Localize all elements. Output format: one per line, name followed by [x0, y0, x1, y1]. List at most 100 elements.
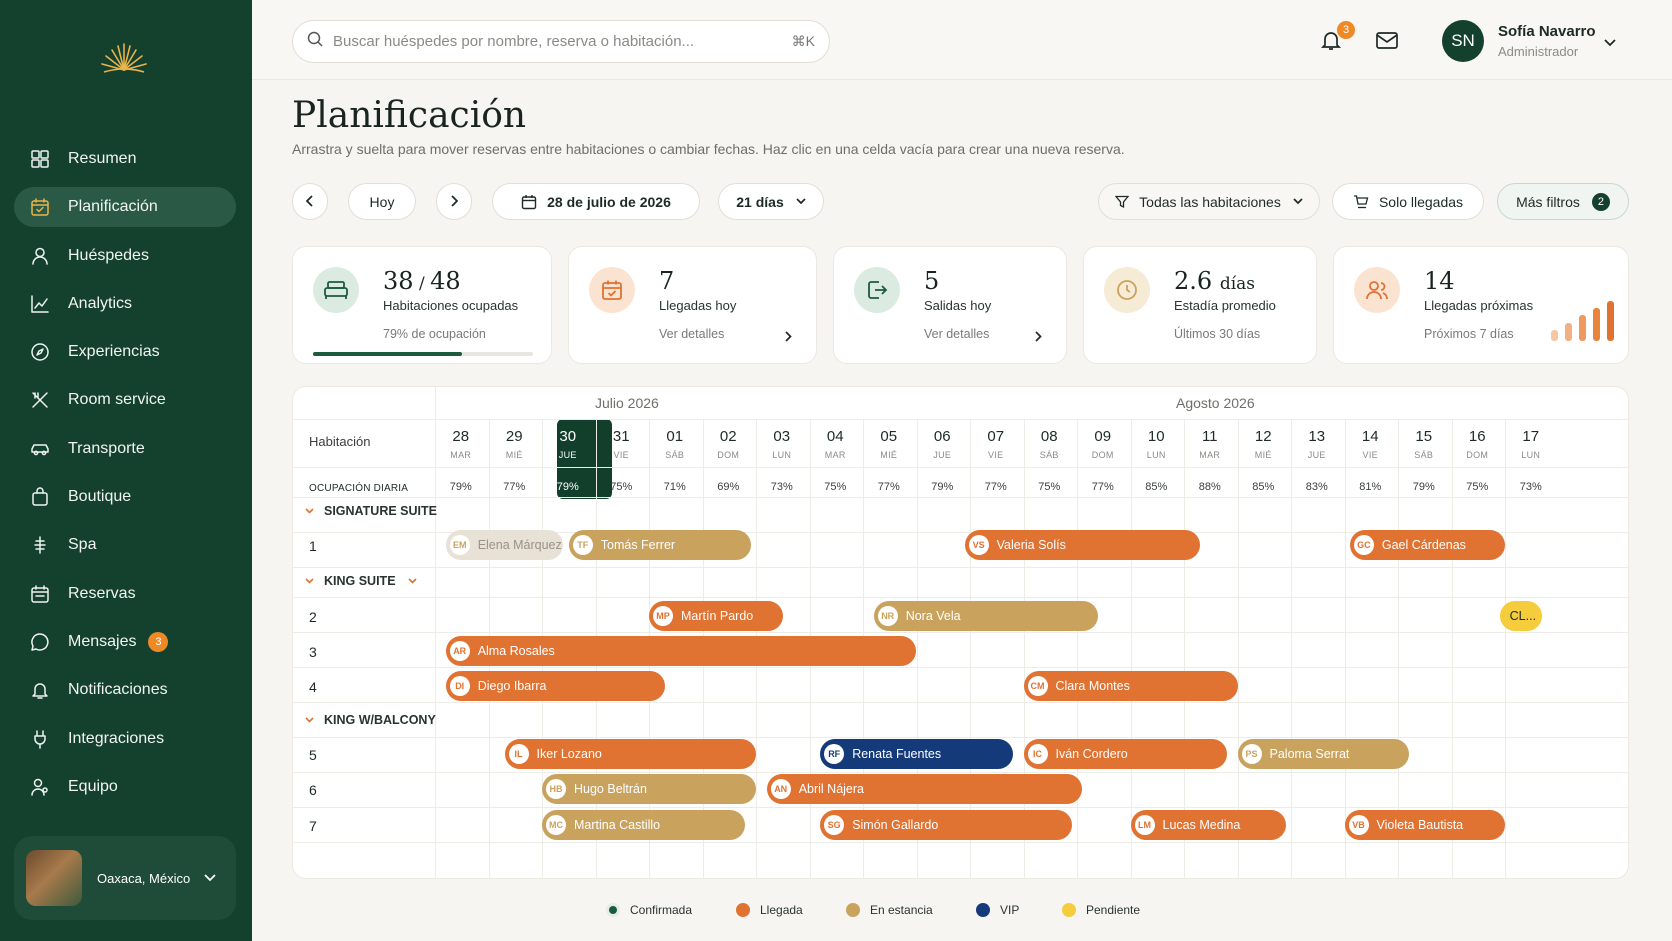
sidebar-item-equipo[interactable]: Equipo [14, 767, 236, 807]
booking-bar[interactable]: HB Hugo Beltrán [542, 774, 756, 804]
booking-bar[interactable]: MC Martina Castillo [542, 810, 746, 840]
day-header[interactable]: 16 DOM [1451, 428, 1505, 460]
arrivals-details-link[interactable]: Ver detalles [659, 327, 724, 341]
sidebar-item-spa[interactable]: Spa [14, 525, 236, 565]
chevron-right-icon[interactable] [1035, 329, 1042, 347]
sidebar-item-transporte[interactable]: Transporte [14, 429, 236, 469]
calendar-check-icon [589, 267, 635, 313]
day-header[interactable]: 07 VIE [969, 428, 1023, 460]
day-number: 04 [826, 428, 844, 445]
room-group-header[interactable]: KING SUITE [305, 574, 427, 588]
day-header[interactable]: 02 DOM [702, 428, 756, 460]
mail-icon[interactable] [1375, 29, 1399, 56]
booking-bar[interactable]: NR Nora Vela [873, 601, 1099, 631]
location-switcher[interactable]: Oaxaca, México [14, 836, 236, 920]
calendar-icon [31, 198, 49, 217]
booking-bar[interactable]: SG Simón Gallardo [820, 810, 1072, 840]
booking-bar[interactable]: AN Abril Nájera [766, 774, 1083, 804]
weekday: SÁB [1414, 450, 1434, 460]
day-header[interactable]: 12 MIÉ [1237, 428, 1291, 460]
car-icon [31, 444, 49, 456]
day-header[interactable]: 05 MIÉ [862, 428, 916, 460]
search-input[interactable] [333, 33, 792, 50]
sidebar-item-hu-spedes[interactable]: Huéspedes [14, 236, 236, 276]
booking-bar[interactable]: TF Tomás Ferrer [568, 530, 751, 560]
booking-bar[interactable]: VS Valeria Solís [964, 530, 1201, 560]
day-header[interactable]: 28 MAR [434, 428, 488, 460]
room-group-header[interactable]: KING W/BALCONY [305, 713, 436, 727]
sidebar-item-notificaciones[interactable]: Notificaciones [14, 670, 236, 710]
prev-button[interactable] [292, 183, 328, 220]
chevron-down-icon[interactable] [305, 717, 314, 723]
arrivals-only-toggle[interactable]: Solo llegadas [1332, 183, 1484, 220]
booking-bar[interactable]: CL... [1499, 601, 1543, 631]
room-group-header[interactable]: SIGNATURE SUITE [305, 504, 437, 518]
guest-name: Martín Pardo [681, 609, 754, 623]
day-header[interactable]: 17 LUN [1504, 428, 1558, 460]
guest-name: Lucas Medina [1162, 818, 1241, 832]
day-header[interactable]: 31 VIE [595, 428, 649, 460]
day-header[interactable]: 03 LUN [755, 428, 809, 460]
booking-bar[interactable]: PS Paloma Serrat [1237, 739, 1409, 769]
rooms-filter-label: Todas las habitaciones [1139, 193, 1281, 210]
chat-icon [31, 633, 49, 651]
day-header[interactable]: 30 JUE [541, 428, 595, 460]
chevron-down-icon[interactable] [407, 578, 417, 584]
day-header[interactable]: 04 MAR [809, 428, 863, 460]
daily-occupancy-value: 79% [449, 481, 472, 493]
more-filters-button[interactable]: Más filtros 2 [1497, 183, 1629, 220]
sidebar-item-planificaci-n[interactable]: Planificación [14, 187, 236, 228]
chevron-down-icon[interactable] [305, 508, 314, 514]
sidebar-item-room-service[interactable]: Room service [14, 380, 236, 420]
day-header[interactable]: 09 DOM [1076, 428, 1130, 460]
booking-bar[interactable]: CM Clara Montes [1023, 671, 1238, 701]
daily-occupancy-value: 83% [1305, 481, 1328, 493]
day-header[interactable]: 15 SÁB [1397, 428, 1451, 460]
today-button[interactable]: Hoy [348, 183, 416, 220]
bed-icon [313, 267, 359, 313]
chevron-down-icon[interactable] [1604, 34, 1616, 52]
search-bar[interactable]: ⌘K [292, 20, 830, 63]
booking-bar[interactable]: RF Renata Fuentes [820, 739, 1013, 769]
range-select[interactable]: 21 días [718, 183, 824, 220]
day-header[interactable]: 14 VIE [1344, 428, 1398, 460]
sidebar-item-mensajes[interactable]: Mensajes 3 [14, 622, 236, 662]
sidebar-item-experiencias[interactable]: Experiencias [14, 332, 236, 372]
stat-card-departures[interactable]: 5 Salidas hoy Ver detalles [833, 246, 1067, 364]
guest-initials: PS [1241, 744, 1262, 764]
sidebar-item-analytics[interactable]: Analytics [14, 284, 236, 324]
day-header[interactable]: 08 SÁB [1023, 428, 1077, 460]
sidebar-item-reservas[interactable]: Reservas [14, 574, 236, 614]
chevron-right-icon[interactable] [785, 329, 792, 347]
booking-bar[interactable]: MP Martín Pardo [649, 601, 783, 631]
sidebar-item-integraciones[interactable]: Integraciones [14, 719, 236, 759]
booking-bar[interactable]: DI Diego Ibarra [445, 671, 666, 701]
departures-details-link[interactable]: Ver detalles [924, 327, 989, 341]
day-header[interactable]: 13 JUE [1290, 428, 1344, 460]
day-header[interactable]: 06 JUE [916, 428, 970, 460]
next-button[interactable] [436, 183, 472, 220]
booking-bar[interactable]: GC Gael Cárdenas [1349, 530, 1505, 560]
day-header[interactable]: 10 LUN [1130, 428, 1184, 460]
upcoming-label: Llegadas próximas [1424, 298, 1534, 313]
sidebar-item-resumen[interactable]: Resumen [14, 139, 236, 179]
date-picker[interactable]: 28 de julio de 2026 [492, 183, 700, 220]
booking-bar[interactable]: IC Iván Cordero [1023, 739, 1227, 769]
booking-bar[interactable]: IL Iker Lozano [504, 739, 756, 769]
day-header[interactable]: 11 MAR [1183, 428, 1237, 460]
day-header[interactable]: 01 SÁB [648, 428, 702, 460]
daily-occupancy-value: 75% [1038, 481, 1061, 493]
booking-bar[interactable]: VB Violeta Bautista [1344, 810, 1505, 840]
booking-bar[interactable]: EM Elena Márquez [445, 530, 564, 560]
rooms-filter[interactable]: Todas las habitaciones [1098, 183, 1320, 220]
day-header[interactable]: 29 MIÉ [488, 428, 542, 460]
booking-bar[interactable]: AR Alma Rosales [445, 636, 917, 666]
sidebar-item-label: Room service [68, 391, 166, 409]
avatar[interactable]: SN [1442, 20, 1484, 62]
booking-bar[interactable]: LM Lucas Medina [1130, 810, 1286, 840]
weekday: DOM [717, 450, 740, 460]
stat-card-arrivals[interactable]: 7 Llegadas hoy Ver detalles [568, 246, 817, 364]
sidebar-item-boutique[interactable]: Boutique [14, 477, 236, 517]
chevron-down-icon[interactable] [305, 578, 314, 584]
legend-item: Llegada [736, 903, 803, 917]
